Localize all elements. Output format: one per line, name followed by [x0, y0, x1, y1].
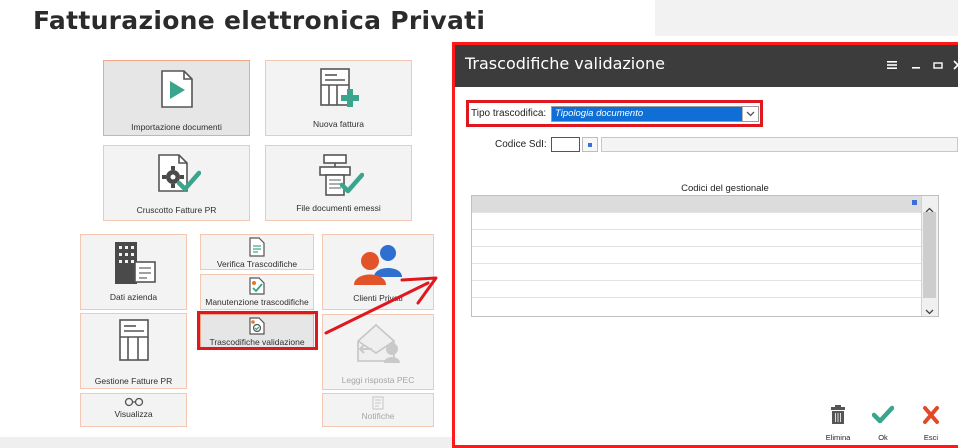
zoom-icon[interactable]: [582, 137, 598, 152]
gear-document-icon: [153, 153, 201, 195]
pec-envelope-icon: [352, 321, 404, 365]
table-row[interactable]: [472, 213, 924, 230]
grid-title: Codici del gestionale: [681, 183, 769, 194]
tile-pec-reply[interactable]: Leggi risposta PEC: [322, 314, 434, 390]
delete-button[interactable]: Elimina: [821, 405, 855, 445]
trash-icon: [830, 405, 846, 430]
validation-dialog: Trascodifiche validazione Tipo trascodif…: [452, 42, 958, 448]
page-title: Fatturazione elettronica Privati: [33, 6, 486, 35]
issued-files-icon: [314, 153, 364, 197]
tile-label: Visualizza: [114, 409, 153, 419]
codes-grid[interactable]: [471, 195, 939, 317]
close-icon: [922, 405, 940, 430]
table-row[interactable]: [472, 298, 924, 315]
maintenance-icon: [248, 277, 266, 295]
sdi-description-field: [601, 137, 958, 152]
menu-icon[interactable]: [885, 57, 899, 73]
scrollbar-thumb[interactable]: [923, 212, 936, 298]
ok-label: Ok: [878, 433, 888, 442]
tile-label: Nuova fattura: [312, 119, 365, 129]
dialog-title: Trascodifiche validazione: [465, 54, 666, 73]
sdi-label: Codice SdI:: [495, 139, 547, 150]
tile-maintenance-transcoding[interactable]: Manutenzione trascodifiche: [200, 274, 314, 310]
exit-label: Esci: [923, 433, 939, 442]
tile-view[interactable]: Visualizza: [80, 393, 187, 427]
tile-new-invoice[interactable]: Nuova fattura: [265, 60, 412, 136]
tile-label: Dati azienda: [109, 292, 158, 302]
building-icon: [111, 240, 157, 286]
tile-verify-transcoding[interactable]: Verifica Trascodifiche: [200, 234, 314, 270]
tile-label: File documenti emessi: [296, 203, 381, 213]
vertical-scrollbar[interactable]: [921, 196, 938, 316]
tile-dashboard[interactable]: Cruscotto Fatture PR: [103, 145, 250, 221]
clients-icon: [350, 243, 406, 285]
tile-company-data[interactable]: Dati azienda: [80, 234, 187, 310]
table-row[interactable]: [472, 264, 924, 281]
tile-label: Manutenzione trascodifiche: [205, 297, 309, 307]
tile-import-documents[interactable]: Importazione documenti: [103, 60, 250, 136]
table-row[interactable]: [472, 247, 924, 264]
exit-button[interactable]: Esci: [914, 405, 948, 445]
maximize-icon[interactable]: [931, 57, 945, 73]
play-document-icon: [160, 69, 194, 109]
type-highlight: [466, 100, 763, 127]
tile-label: Gestione Fatture PR: [94, 376, 173, 386]
notifications-icon: [370, 396, 386, 410]
minimize-icon[interactable]: [909, 57, 923, 73]
tile-label: Leggi risposta PEC: [341, 375, 415, 385]
verify-document-icon: [248, 237, 266, 257]
sdi-code-input[interactable]: [551, 137, 580, 152]
tile-label: Importazione documenti: [131, 122, 222, 132]
table-row[interactable]: [472, 230, 924, 247]
dialog-titlebar[interactable]: Trascodifiche validazione: [455, 45, 958, 87]
close-icon[interactable]: [951, 57, 958, 73]
invoice-table-icon: [117, 318, 151, 362]
glasses-icon: [124, 397, 144, 407]
table-row[interactable]: [472, 196, 924, 213]
validation-highlight: [197, 311, 318, 350]
table-row[interactable]: [472, 281, 924, 298]
tile-label: Notifiche: [361, 411, 395, 421]
check-icon: [871, 405, 895, 430]
zoom-icon[interactable]: [912, 200, 917, 205]
tile-label: Cruscotto Fatture PR: [136, 205, 217, 215]
tile-notifications[interactable]: Notifiche: [322, 393, 434, 427]
bottom-band: [0, 437, 452, 448]
chevron-down-icon[interactable]: [925, 302, 934, 320]
delete-label: Elimina: [825, 433, 851, 442]
tile-issued-files[interactable]: File documenti emessi: [265, 145, 412, 221]
tile-label: Clienti Privati: [353, 293, 403, 303]
top-band: [655, 0, 958, 36]
tile-label: Verifica Trascodifiche: [216, 259, 298, 269]
ok-button[interactable]: Ok: [866, 405, 900, 445]
tile-manage-invoices[interactable]: Gestione Fatture PR: [80, 313, 187, 389]
new-invoice-icon: [317, 67, 361, 109]
tile-private-clients[interactable]: Clienti Privati: [322, 234, 434, 310]
